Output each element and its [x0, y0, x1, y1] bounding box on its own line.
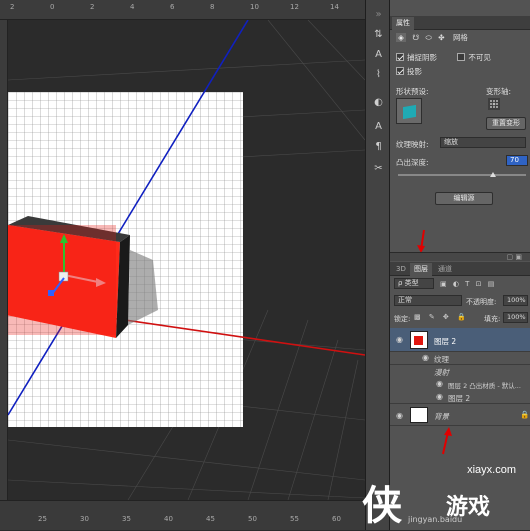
catch-shadow-checkbox[interactable]	[396, 53, 404, 61]
layer-row-background[interactable]: ◉ 背景 🔒	[390, 404, 530, 426]
tab-channels[interactable]: 通道	[434, 263, 456, 276]
layer-thumbnail	[410, 407, 428, 423]
mesh-mode-icon[interactable]: ◈	[396, 33, 406, 42]
coords-mode-icon[interactable]: ✤	[438, 33, 444, 42]
cast-shadow-checkbox[interactable]	[396, 67, 404, 75]
watermark: xiayx.com 侠 游戏 jingyan.baidu	[350, 455, 530, 530]
ruler-bottom: 25 30 35 40 45 50 55 60	[0, 500, 365, 530]
opacity-label: 不透明度:	[466, 298, 497, 306]
edit-source-button[interactable]: 编辑源	[435, 192, 493, 205]
annotation-arrow-1	[417, 229, 425, 253]
invisible-checkbox[interactable]	[457, 53, 466, 61]
layer-row-diffuse[interactable]: 漫射	[390, 365, 530, 378]
ruler-tick: 2	[10, 3, 15, 11]
paragraph-icon[interactable]: ¶	[370, 138, 387, 155]
fill-label: 填充:	[484, 315, 501, 323]
reset-deform-button[interactable]: 重置变形	[486, 117, 526, 130]
ruler-left	[0, 20, 8, 500]
tab-layers[interactable]: 图层	[410, 263, 432, 276]
ruler-tick: 55	[290, 515, 299, 523]
collapse-icon[interactable]: »	[370, 6, 387, 23]
blend-mode-select[interactable]: 正常	[394, 295, 462, 306]
lock-icons[interactable]: ▩ ✎ ✥ 🔒	[414, 313, 469, 321]
catch-shadow-label: 捕捉阴影	[407, 53, 437, 62]
cast-shadow-row[interactable]: 投影	[390, 66, 530, 77]
shape-preset-thumb[interactable]	[396, 98, 422, 124]
eye-icon[interactable]: ◉	[436, 380, 446, 388]
ruler-tick: 45	[206, 515, 215, 523]
deform-mode-icon[interactable]: ☋	[412, 33, 419, 42]
ruler-tick: 14	[330, 3, 339, 11]
ruler-tick: 4	[130, 3, 135, 11]
cap-mode-icon[interactable]: ⬭	[425, 33, 431, 42]
mesh-label: 网格	[452, 33, 468, 42]
watermark-site: xiayx.com	[467, 464, 516, 476]
ruler-tick: 6	[170, 3, 175, 11]
right-panels: 属性 ◈ ☋ ⬭ ✤ 网格 捕捉阴影 不可见 投影 形状预设: 变形轴: 重置变…	[390, 0, 530, 530]
ruler-tick: 60	[332, 515, 341, 523]
layer-name[interactable]: 图层 2	[448, 393, 470, 404]
opacity-input[interactable]: 100%	[503, 295, 528, 306]
ruler-tick: 25	[38, 515, 47, 523]
brush-icon[interactable]: ⌇	[370, 66, 387, 83]
properties-tabbar: 属性	[390, 16, 530, 30]
annotation-arrow-2	[442, 427, 452, 455]
eye-icon[interactable]: ◉	[396, 336, 406, 344]
text-icon[interactable]: A	[370, 46, 387, 63]
adjustment-icon[interactable]: ◐	[370, 94, 387, 111]
deform-axis-grid-icon[interactable]	[488, 98, 500, 110]
deform-axis-label: 变形轴:	[486, 87, 512, 96]
eye-icon[interactable]: ◉	[436, 393, 446, 401]
ruler-tick: 30	[80, 515, 89, 523]
layer-row-3d[interactable]: ◉ 图层 2	[390, 328, 530, 352]
lock-icon: 🔒	[520, 410, 530, 419]
tab-properties[interactable]: 属性	[392, 17, 414, 30]
layer-name[interactable]: 图层 2	[434, 336, 456, 347]
ruler-tick: 8	[210, 3, 215, 11]
texture-map-select[interactable]: 缩放	[440, 137, 526, 148]
layer-row-material[interactable]: ◉ 图层 2 凸出材质 - 默认...	[390, 378, 530, 391]
layers-tabbar: 3D 图层 通道	[390, 262, 530, 276]
layer-row-texture[interactable]: ◉ 纹理	[390, 352, 530, 365]
scissor-icon[interactable]: ✂	[370, 160, 387, 177]
layer-name[interactable]: 图层 2 凸出材质 - 默认...	[448, 380, 521, 390]
layer-name[interactable]: 纹理	[434, 354, 449, 365]
watermark-sub: jingyan.baidu	[408, 515, 463, 524]
layer-name[interactable]: 漫射	[434, 367, 449, 378]
watermark-brand-char: 侠	[362, 482, 402, 529]
layer-filter-icons[interactable]: ▣ ◐ T ⊡ ▤	[440, 280, 496, 288]
ruler-tick: 50	[248, 515, 257, 523]
panel-footer-icons[interactable]: ▢ ▣	[507, 253, 522, 261]
properties-footer: ▢ ▣	[390, 252, 530, 261]
tool-strip: » ⇅ A ⌇ ◐ A ¶ ✂	[365, 0, 390, 530]
ruler-tick: 40	[164, 515, 173, 523]
ruler-tick: 0	[50, 3, 55, 11]
tab-3d[interactable]: 3D	[392, 263, 410, 276]
eye-icon[interactable]: ◉	[396, 412, 406, 420]
3d-scene[interactable]	[8, 20, 365, 500]
fill-input[interactable]: 100%	[503, 312, 528, 323]
catch-shadow-row[interactable]: 捕捉阴影 不可见	[390, 52, 530, 63]
invisible-label: 不可见	[468, 53, 491, 62]
extrusion-depth-slider[interactable]	[398, 174, 526, 176]
extrusion-depth-input[interactable]: 70	[506, 155, 528, 166]
ruler-tick: 2	[90, 3, 95, 11]
slider-handle[interactable]	[490, 172, 496, 177]
3d-move-icon[interactable]: ⇅	[370, 26, 387, 43]
type-icon[interactable]: A	[370, 118, 387, 135]
properties-mode-row: ◈ ☋ ⬭ ✤ 网格	[390, 32, 530, 44]
ruler-tick: 35	[122, 515, 131, 523]
canvas-viewport[interactable]	[8, 20, 365, 500]
eye-icon[interactable]: ◉	[422, 354, 432, 362]
cast-shadow-label: 投影	[407, 67, 422, 76]
layer-name[interactable]: 背景	[434, 411, 449, 422]
layer-filter-select[interactable]: ρ 类型	[394, 278, 434, 289]
ruler-tick: 10	[250, 3, 259, 11]
ruler-top: 2 0 2 4 6 8 10 12 14	[0, 0, 365, 20]
ruler-tick: 12	[290, 3, 299, 11]
layer-row-sub[interactable]: ◉ 图层 2	[390, 390, 530, 404]
layer-thumbnail	[410, 331, 428, 349]
